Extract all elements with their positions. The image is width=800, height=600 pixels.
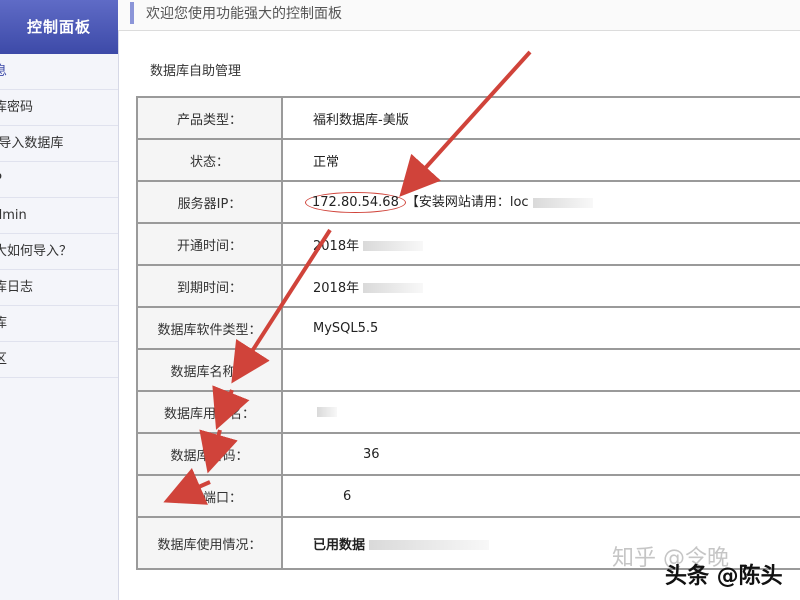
table-row: 数据库名称： xyxy=(136,348,800,392)
row-value: 36 xyxy=(281,432,800,476)
server-ip[interactable]: 172.80.54.68 xyxy=(305,192,406,213)
row-value xyxy=(281,390,800,434)
row-label: 到期时间： xyxy=(136,264,283,308)
table-row: 到期时间： 2018年 xyxy=(136,264,800,308)
sidebar-item-admin[interactable]: dmin xyxy=(0,198,118,234)
sidebar-title: 控制面板 xyxy=(0,0,118,54)
header-accent xyxy=(130,2,134,24)
sidebar-item-label: P xyxy=(0,162,2,197)
sidebar-item-import-help[interactable]: 大如何导入？ xyxy=(0,234,118,270)
table-row: 数据库软件类型： MySQL5.5 xyxy=(136,306,800,350)
row-label: 服务器IP： xyxy=(136,180,283,224)
sidebar-item-import-db[interactable]: /导入数据库 xyxy=(0,126,118,162)
sidebar-item-label: 大如何导入？ xyxy=(0,244,73,259)
row-value: MySQL5.5 xyxy=(281,306,800,350)
sidebar-item-db[interactable]: 库 xyxy=(0,306,118,342)
expire-time: 2018年 xyxy=(313,280,360,296)
sidebar-item-label: 库 xyxy=(0,306,7,341)
db-info-table: 产品类型： 福利数据库-美版 状态： 正常 服务器IP： 172.80.54.6… xyxy=(136,96,800,570)
open-time: 2018年 xyxy=(313,238,360,254)
sidebar-item-ip[interactable]: P xyxy=(0,162,118,198)
row-label: 数据库使用情况： xyxy=(136,516,283,570)
welcome-text: 欢迎您使用功能强大的控制面板 xyxy=(146,6,342,22)
db-usage: 已用数据 xyxy=(313,537,366,553)
table-row: 数据库用户名： xyxy=(136,390,800,434)
row-value: 6 xyxy=(281,474,800,518)
server-ip-note: 【安装网站请用：loc xyxy=(405,195,529,210)
table-row: 数据库密码： 36 xyxy=(136,432,800,476)
sidebar-item-info[interactable]: 息 xyxy=(0,54,118,90)
row-label: 产品类型： xyxy=(136,96,283,140)
sidebar-item-label: /导入数据库 xyxy=(0,136,64,151)
table-row: 产品类型： 福利数据库-美版 xyxy=(136,96,800,140)
row-label: 状态： xyxy=(136,138,283,182)
row-value: 172.80.54.68 【安装网站请用：loc xyxy=(281,180,800,224)
table-row: 连接端口： 6 xyxy=(136,474,800,518)
row-value: 福利数据库-美版 xyxy=(281,96,800,140)
toutiao-watermark: 头条 @陈头 xyxy=(665,564,783,589)
row-label: 连接端口： xyxy=(136,474,283,518)
row-label: 数据库用户名： xyxy=(136,390,283,434)
sidebar: 控制面板 息 库密码 /导入数据库 P dmin 大如何导入？ 库日志 库 区 xyxy=(0,0,119,600)
row-label: 数据库软件类型： xyxy=(136,306,283,350)
row-value xyxy=(281,348,800,392)
section-title: 数据库自助管理 xyxy=(150,64,242,79)
redacted-text xyxy=(532,197,593,208)
redacted-text xyxy=(363,283,424,293)
sidebar-item-label: 区 xyxy=(0,342,7,377)
table-row: 开通时间： 2018年 xyxy=(136,222,800,266)
sidebar-item-label: 库日志 xyxy=(0,280,34,295)
redacted-text xyxy=(363,241,424,251)
redacted-text xyxy=(317,407,337,417)
redacted-text xyxy=(369,540,490,550)
table-row: 状态： 正常 xyxy=(136,138,800,182)
sidebar-item-zone[interactable]: 区 xyxy=(0,342,118,378)
row-label: 数据库名称： xyxy=(136,348,283,392)
page: 控制面板 息 库密码 /导入数据库 P dmin 大如何导入？ 库日志 库 区 … xyxy=(0,0,800,600)
row-value: 2018年 xyxy=(281,222,800,266)
sidebar-item-label: dmin xyxy=(0,208,27,223)
row-value: 正常 xyxy=(281,138,800,182)
header-bar: 欢迎您使用功能强大的控制面板 xyxy=(118,0,800,31)
table-row: 服务器IP： 172.80.54.68 【安装网站请用：loc xyxy=(136,180,800,224)
sidebar-item-label: 库密码 xyxy=(0,100,34,115)
row-value: 2018年 xyxy=(281,264,800,308)
row-label: 开通时间： xyxy=(136,222,283,266)
row-label: 数据库密码： xyxy=(136,432,283,476)
sidebar-item-label: 息 xyxy=(0,54,7,89)
sidebar-item-db-log[interactable]: 库日志 xyxy=(0,270,118,306)
sidebar-item-db-password[interactable]: 库密码 xyxy=(0,90,118,126)
